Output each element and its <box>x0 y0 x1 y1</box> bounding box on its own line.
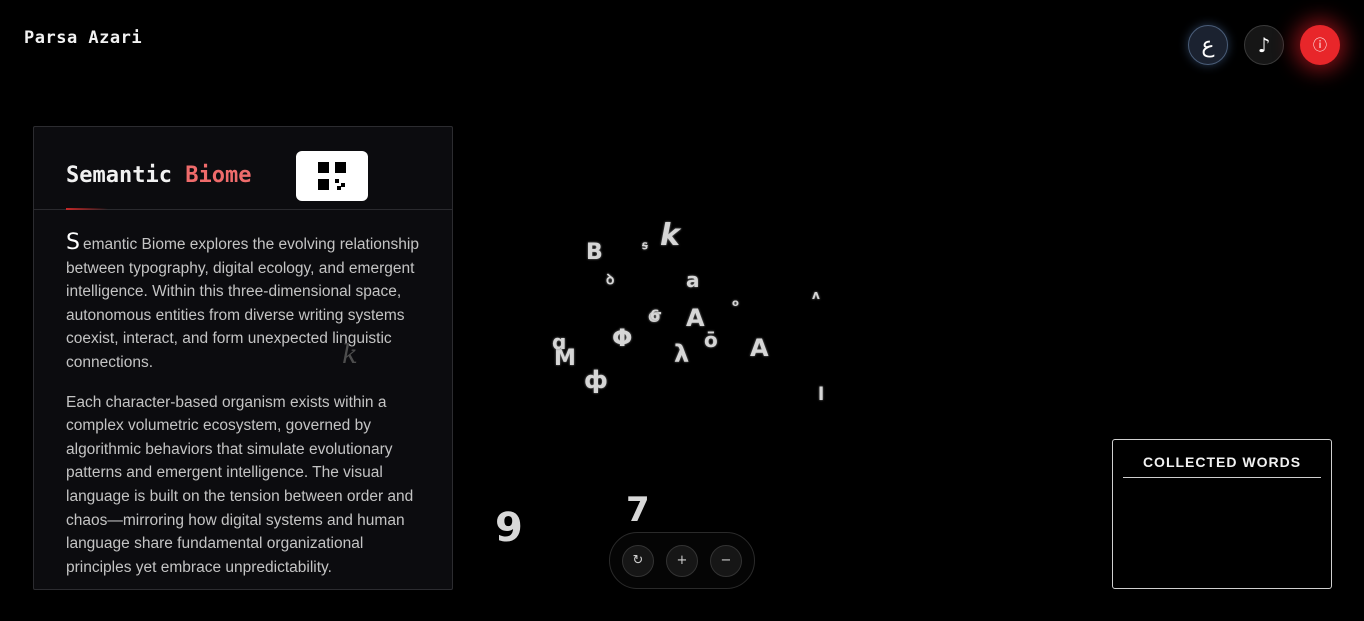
dropcap: S <box>66 230 80 255</box>
floating-number[interactable]: 7 <box>626 490 650 530</box>
glyph-entity[interactable]: B <box>586 240 603 265</box>
qr-code-button[interactable] <box>296 151 368 201</box>
top-controls: ع ♪ ⓘ <box>1188 25 1340 65</box>
music-toggle-button[interactable]: ♪ <box>1244 25 1284 65</box>
glyph-entity[interactable]: ō <box>704 328 718 352</box>
glyph-entity[interactable]: l <box>818 384 824 405</box>
floating-glyph-ghost[interactable]: k <box>342 340 358 370</box>
glyph-entity[interactable]: λ <box>674 340 689 368</box>
description-paragraph-2: Each character-based organism exists wit… <box>66 393 414 576</box>
glyph-ecosystem-canvas[interactable]: B k a A σ Φ λ ō A M ф ꝺ 6 o l ʌ ɑ ꟊ <box>470 180 990 440</box>
reset-view-button[interactable]: ↻ <box>622 544 654 577</box>
glyph-entity[interactable]: ɑ <box>552 330 566 354</box>
panel-header: Semantic Biome <box>34 127 452 210</box>
glyph-entity[interactable]: ʌ <box>812 288 820 302</box>
zoom-in-button[interactable]: + <box>666 544 698 577</box>
glyph-entity[interactable]: 6 <box>650 308 660 324</box>
camera-toolbar: ↻ + − <box>609 532 755 589</box>
panel-title-main: Semantic <box>66 163 172 188</box>
panel-title-accent: Biome <box>185 163 252 188</box>
glyph-entity[interactable]: ꟊ <box>642 236 648 253</box>
collected-words-panel: COLLECTED WORDS <box>1112 439 1332 589</box>
collected-words-title: COLLECTED WORDS <box>1123 454 1321 478</box>
glyph-entity[interactable]: k <box>660 218 680 253</box>
glyph-entity[interactable]: A <box>686 304 705 332</box>
title-underline <box>66 208 108 210</box>
glyph-entity[interactable]: A <box>750 334 769 362</box>
zoom-out-button[interactable]: − <box>710 544 742 577</box>
info-panel: Semantic Biome Semantic Biome explores t… <box>33 126 453 590</box>
floating-number[interactable]: 9 <box>495 505 523 551</box>
panel-body: Semantic Biome explores the evolving rel… <box>34 210 452 579</box>
glyph-entity[interactable]: a <box>686 268 700 292</box>
panel-title: Semantic Biome <box>66 163 251 188</box>
qr-code-icon <box>318 162 346 190</box>
glyph-entity[interactable]: ф <box>584 366 608 394</box>
paragraph-1-text: emantic Biome explores the evolving rela… <box>66 236 419 371</box>
language-toggle-button[interactable]: ع <box>1188 25 1228 65</box>
description-paragraph-1: Semantic Biome explores the evolving rel… <box>66 231 420 375</box>
info-button[interactable]: ⓘ <box>1300 25 1340 65</box>
glyph-entity[interactable]: ꝺ <box>606 270 614 289</box>
site-title[interactable]: Parsa Azari <box>24 28 142 48</box>
glyph-entity[interactable]: Φ <box>612 324 632 352</box>
glyph-entity[interactable]: o <box>732 298 739 309</box>
